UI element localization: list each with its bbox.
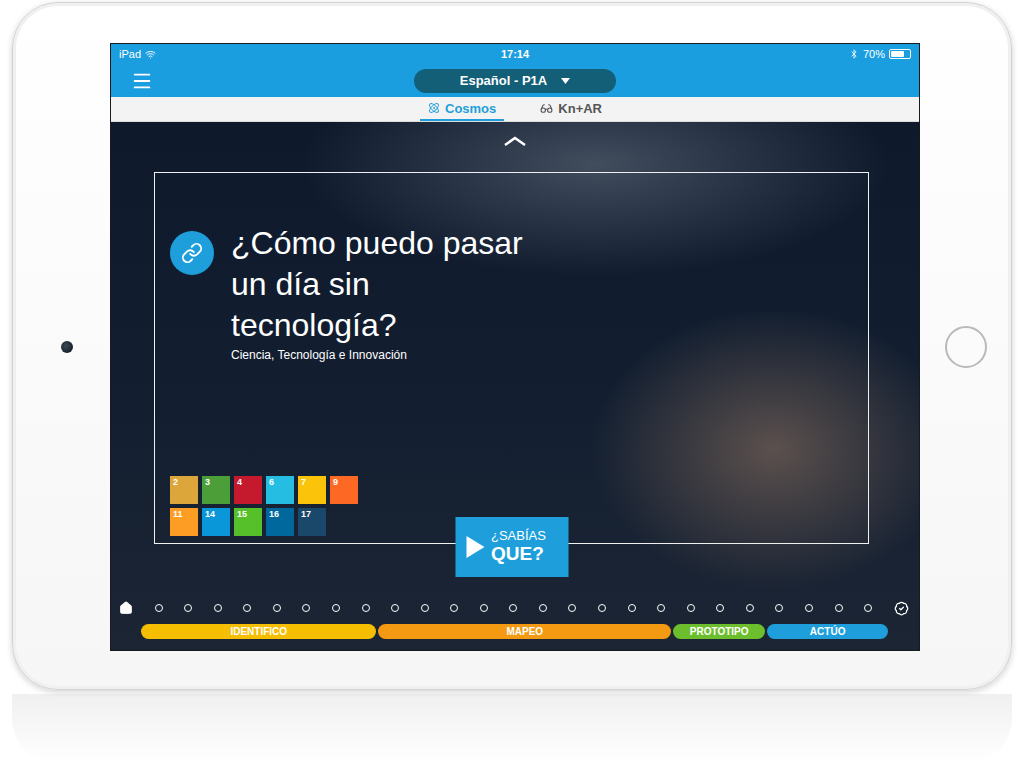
play-icon (465, 535, 485, 559)
sdg-goal: 9 (330, 476, 358, 504)
step-dot[interactable] (657, 604, 665, 612)
sdg-goal: 3 (202, 476, 230, 504)
step-dot[interactable] (362, 604, 370, 612)
phase[interactable]: ACTÚO (767, 624, 888, 639)
battery-icon (889, 49, 911, 59)
step-dot[interactable] (214, 604, 222, 612)
menu-button[interactable] (131, 70, 153, 92)
battery-percent: 70% (863, 48, 885, 60)
sdg-goal: 2 (170, 476, 198, 504)
app-screen: iPad 17:14 70% Español - P1A Cosmos Kn+AR ¿Cóm… (110, 43, 920, 651)
sdg-goal: 14 (202, 508, 230, 536)
status-left: iPad (119, 48, 501, 60)
step-dot[interactable] (450, 604, 458, 612)
device-name: iPad (119, 48, 141, 60)
lesson-title: ¿Cómo puedo pasar un día sin tecnología? (231, 223, 541, 346)
status-right: 70% (529, 48, 911, 60)
sdg-goal: 4 (234, 476, 262, 504)
sdg-goal: 17 (298, 508, 326, 536)
button-line: QUE? (491, 544, 544, 565)
step-dot[interactable] (509, 604, 517, 612)
button-line: ¿SABÍAS (491, 529, 546, 543)
step-dot[interactable] (184, 604, 192, 612)
finish-check-icon[interactable] (894, 601, 909, 616)
atom-icon (428, 102, 440, 114)
step-dot[interactable] (480, 604, 488, 612)
menu-icon (131, 70, 153, 92)
step-dot[interactable] (628, 604, 636, 612)
battery-fill (891, 51, 904, 57)
lesson-subject: Ciencia, Tecnología e Innovación (231, 348, 541, 362)
sdg-goal: 15 (234, 508, 262, 536)
step-dot[interactable] (539, 604, 547, 612)
step-dot[interactable] (746, 604, 754, 612)
step-dot[interactable] (864, 604, 872, 612)
camera-icon (61, 341, 73, 353)
tab[interactable]: Kn+AR (532, 97, 610, 121)
home-icon[interactable] (119, 601, 133, 615)
title-block: ¿Cómo puedo pasar un día sin tecnología?… (231, 223, 541, 362)
sdg-goal: 16 (266, 508, 294, 536)
home-button[interactable] (945, 326, 987, 368)
phase[interactable]: MAPEO (378, 624, 671, 639)
phase[interactable]: IDENTIFICO (141, 624, 376, 639)
lesson-cover: ¿Cómo puedo pasar un día sin tecnología?… (111, 122, 919, 650)
step-dot[interactable] (835, 604, 843, 612)
tab[interactable]: Cosmos (420, 97, 504, 121)
clock: 17:14 (501, 48, 529, 60)
step-dot[interactable] (598, 604, 606, 612)
caret-down-icon (561, 78, 570, 84)
course-selector[interactable]: Español - P1A (414, 69, 616, 93)
step-dot[interactable] (716, 604, 724, 612)
progress-steps (111, 598, 919, 618)
title-row: ¿Cómo puedo pasar un día sin tecnología?… (170, 231, 852, 362)
sdg-goal: 11 (170, 508, 198, 536)
step-dot[interactable] (775, 604, 783, 612)
sdg-goal: 6 (266, 476, 294, 504)
lesson-card: ¿Cómo puedo pasar un día sin tecnología?… (154, 172, 869, 544)
button-text: ¿SABÍASQUE? (491, 529, 546, 564)
tab-bar: Cosmos Kn+AR (111, 97, 919, 122)
sdg-goal: 7 (298, 476, 326, 504)
phase-bar: IDENTIFICOMAPEOPROTOTIPOACTÚO (141, 624, 888, 639)
phase[interactable]: PROTOTIPO (673, 624, 765, 639)
step-dot[interactable] (421, 604, 429, 612)
link-icon (181, 242, 203, 264)
step-dot[interactable] (332, 604, 340, 612)
tablet-frame: iPad 17:14 70% Español - P1A Cosmos Kn+AR ¿Cóm… (12, 2, 1012, 690)
link-badge (170, 231, 214, 275)
step-dot[interactable] (273, 604, 281, 612)
did-you-know-button[interactable]: ¿SABÍASQUE? (455, 517, 568, 577)
wifi-icon (145, 49, 156, 60)
step-dot[interactable] (805, 604, 813, 612)
chevron-up-icon[interactable] (503, 136, 527, 146)
step-dot[interactable] (155, 604, 163, 612)
status-bar: iPad 17:14 70% (111, 44, 919, 64)
glasses-icon (540, 102, 553, 115)
tab-label: Cosmos (445, 101, 496, 116)
tab-label: Kn+AR (558, 101, 602, 116)
app-header: Español - P1A (111, 64, 919, 97)
step-dot[interactable] (391, 604, 399, 612)
step-dot[interactable] (568, 604, 576, 612)
bluetooth-icon (849, 49, 859, 59)
step-dot[interactable] (687, 604, 695, 612)
page: iPad 17:14 70% Español - P1A Cosmos Kn+AR ¿Cóm… (0, 0, 1024, 782)
step-dot[interactable] (302, 604, 310, 612)
reflection (12, 694, 1012, 764)
collapse-row (111, 122, 919, 172)
selector-label: Español - P1A (460, 73, 547, 88)
step-dot[interactable] (243, 604, 251, 612)
